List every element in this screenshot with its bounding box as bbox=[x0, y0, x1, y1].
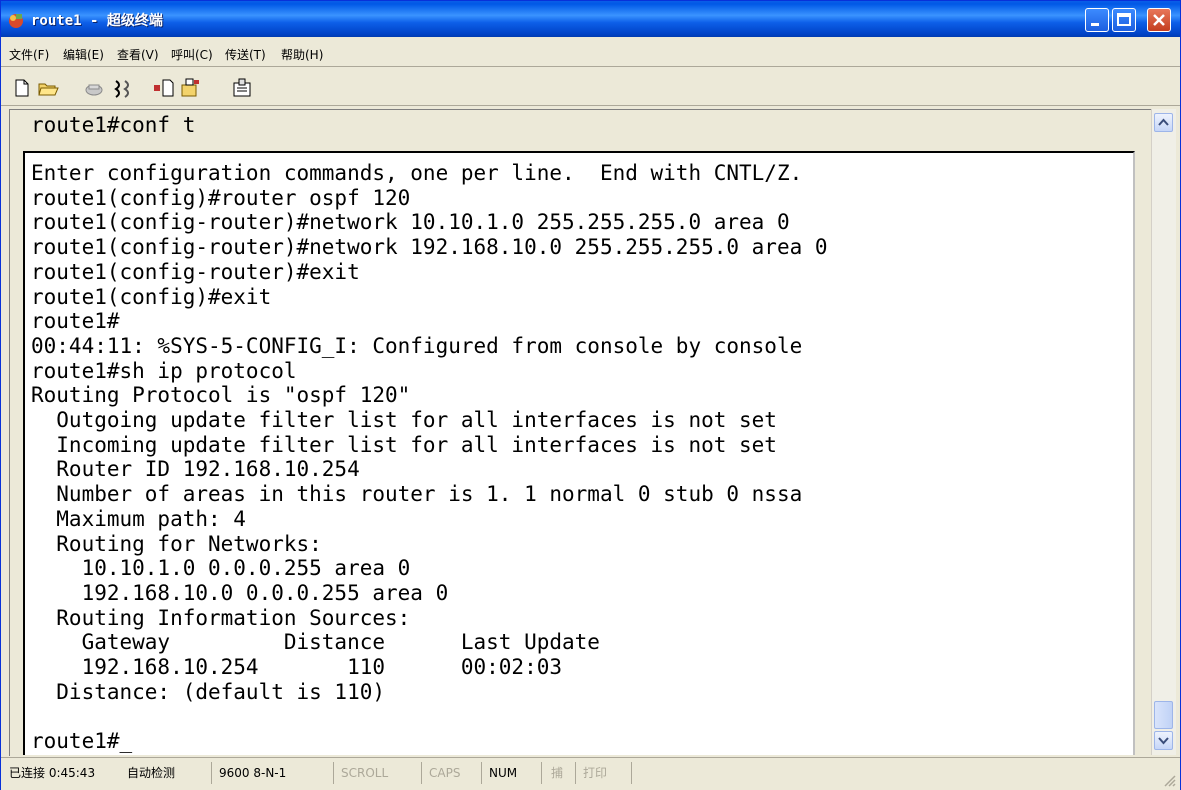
status-capture: 捕 bbox=[551, 766, 564, 780]
menu-edit[interactable]: 编辑(E) bbox=[63, 46, 104, 63]
status-divider bbox=[421, 762, 422, 784]
status-print: 打印 bbox=[583, 766, 608, 780]
terminal-line: route1(config-router)#network 10.10.1.0 … bbox=[31, 210, 790, 235]
terminal-line: route1(config)#exit bbox=[31, 284, 272, 309]
properties-icon[interactable] bbox=[231, 77, 253, 99]
terminal-line: 192.168.10.254 110 00:02:03 bbox=[31, 655, 563, 680]
scroll-up-button[interactable] bbox=[1154, 113, 1173, 132]
terminal-line: Routing Information Sources: bbox=[31, 605, 411, 630]
send-icon[interactable] bbox=[153, 77, 175, 99]
toolbar bbox=[1, 69, 1180, 106]
status-divider bbox=[541, 762, 542, 784]
terminal-line: route1(config-router)#network 192.168.10… bbox=[31, 235, 828, 260]
hyperterminal-app-icon bbox=[9, 14, 23, 28]
maximize-button[interactable] bbox=[1112, 8, 1136, 32]
hyperterminal-window: route1 - 超级终端 文件(F) 编辑(E) 查看(V) 呼叫(C) 传送… bbox=[0, 0, 1181, 790]
terminal-line: route1(config)#router ospf 120 bbox=[31, 185, 411, 210]
status-divider bbox=[631, 762, 632, 784]
receive-icon[interactable] bbox=[179, 77, 201, 99]
menu-transfer[interactable]: 传送(T) bbox=[225, 46, 266, 63]
status-port-settings: 9600 8-N-1 bbox=[219, 766, 287, 780]
status-connection: 已连接 0:45:43 bbox=[9, 766, 96, 780]
terminal-line: 192.168.10.0 0.0.0.255 area 0 bbox=[31, 580, 449, 605]
terminal-screen[interactable]: Enter configuration commands, one per li… bbox=[23, 151, 1135, 755]
menu-call[interactable]: 呼叫(C) bbox=[171, 46, 213, 63]
menu-help[interactable]: 帮助(H) bbox=[281, 46, 323, 63]
status-caps: CAPS bbox=[429, 766, 461, 780]
status-divider bbox=[333, 762, 334, 784]
terminal-line: Gateway Distance Last Update bbox=[31, 630, 600, 655]
terminal-line: route1#sh ip protocol bbox=[31, 358, 297, 383]
menu-bar: 文件(F) 编辑(E) 查看(V) 呼叫(C) 传送(T) 帮助(H) bbox=[1, 41, 1180, 67]
window-title: route1 - 超级终端 bbox=[31, 13, 163, 29]
resize-grip-icon[interactable] bbox=[1162, 773, 1176, 787]
terminal-line: Outgoing update filter list for all inte… bbox=[31, 408, 777, 433]
terminal-line: route1# bbox=[31, 309, 120, 334]
terminal-line: Distance: (default is 110) bbox=[31, 679, 386, 704]
new-icon[interactable] bbox=[11, 77, 33, 99]
minimize-icon bbox=[1091, 23, 1099, 26]
terminal-line: route1#_ bbox=[31, 729, 133, 754]
status-divider bbox=[481, 762, 482, 784]
terminal-line: route1(config-router)#exit bbox=[31, 259, 360, 284]
terminal-line: Number of areas in this router is 1. 1 n… bbox=[31, 482, 803, 507]
disconnect-icon[interactable] bbox=[111, 77, 133, 99]
status-bar: 已连接 0:45:43 自动检测 9600 8-N-1 SCROLL CAPS … bbox=[1, 757, 1180, 790]
scroll-down-button[interactable] bbox=[1154, 731, 1173, 750]
close-button[interactable] bbox=[1147, 8, 1171, 32]
scroll-thumb[interactable] bbox=[1154, 701, 1173, 729]
status-divider bbox=[211, 762, 212, 784]
open-icon[interactable] bbox=[37, 77, 59, 99]
terminal-line: Enter configuration commands, one per li… bbox=[31, 161, 803, 185]
menu-file[interactable]: 文件(F) bbox=[9, 46, 49, 63]
terminal-line: Routing for Networks: bbox=[31, 531, 322, 556]
terminal-line: 00:44:11: %SYS-5-CONFIG_I: Configured fr… bbox=[31, 333, 803, 358]
terminal-line: Incoming update filter list for all inte… bbox=[31, 432, 777, 457]
status-scroll: SCROLL bbox=[341, 766, 389, 780]
terminal-line: 10.10.1.0 0.0.0.255 area 0 bbox=[31, 556, 411, 581]
minimize-button[interactable] bbox=[1085, 8, 1109, 32]
chevron-down-icon bbox=[1158, 737, 1169, 745]
vertical-scrollbar[interactable] bbox=[1151, 109, 1176, 755]
terminal-output: Enter configuration commands, one per li… bbox=[31, 161, 828, 754]
status-num: NUM bbox=[489, 766, 518, 780]
terminal-scrollback-line: route1#conf t bbox=[31, 113, 196, 137]
menu-view[interactable]: 查看(V) bbox=[117, 46, 159, 63]
status-divider bbox=[575, 762, 576, 784]
title-bar[interactable]: route1 - 超级终端 bbox=[1, 1, 1180, 37]
terminal-line: Router ID 192.168.10.254 bbox=[31, 457, 360, 482]
terminal-line: Maximum path: 4 bbox=[31, 506, 246, 531]
status-auto-detect: 自动检测 bbox=[127, 766, 176, 780]
terminal-line: Routing Protocol is "ospf 120" bbox=[31, 383, 411, 408]
maximize-icon bbox=[1117, 13, 1131, 26]
call-icon[interactable] bbox=[83, 77, 105, 99]
chevron-up-icon bbox=[1158, 118, 1169, 126]
close-icon bbox=[1153, 14, 1165, 26]
